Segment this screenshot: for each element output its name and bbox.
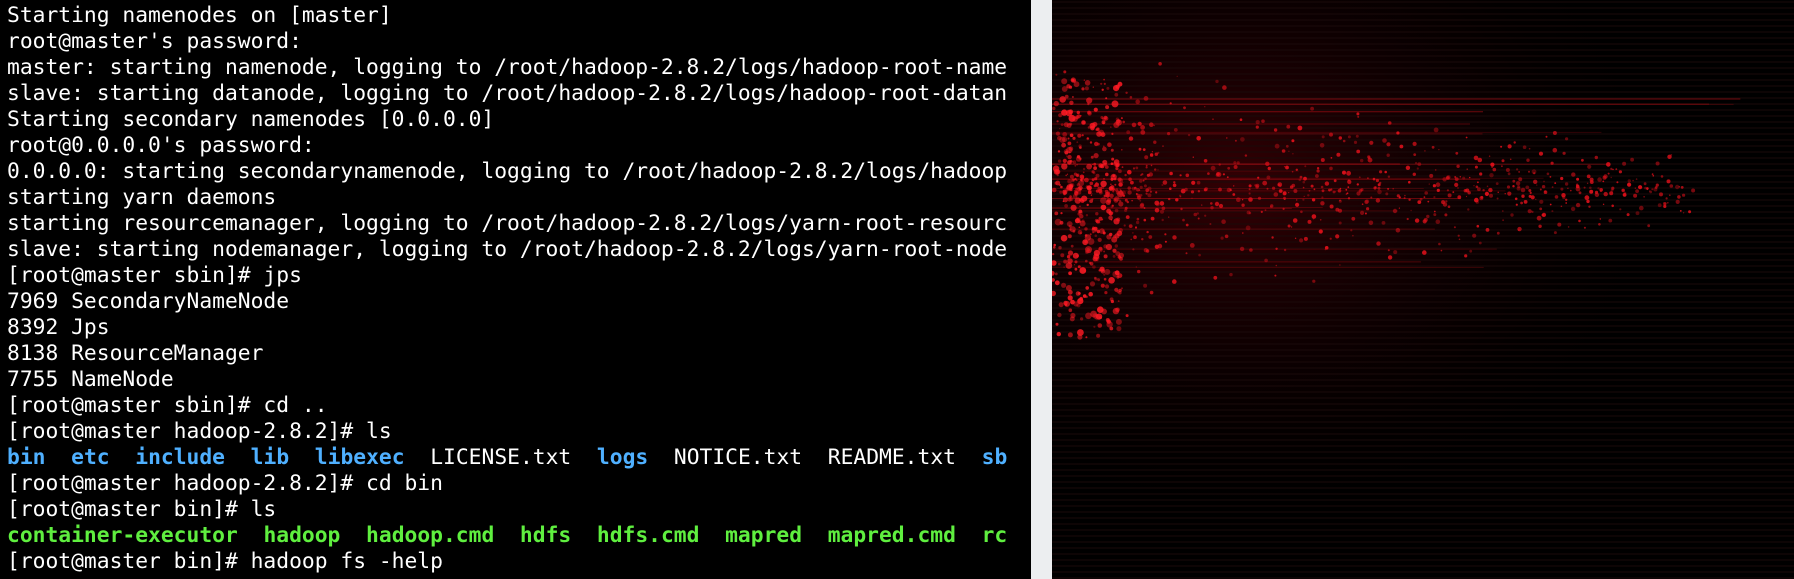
- file-entry: NOTICE.txt: [673, 445, 803, 470]
- terminal-text: Starting namenodes on [master]: [7, 3, 392, 28]
- terminal-line: container-executor hadoop hadoop.cmd hdf…: [7, 523, 1007, 549]
- directory-entry: libexec: [314, 445, 405, 470]
- terminal-text: [root@master hadoop-2.8.2]# cd bin: [7, 471, 443, 496]
- file-entry: README.txt: [827, 445, 956, 470]
- directory-entry: etc: [71, 445, 110, 470]
- desktop-wallpaper: [1052, 0, 1794, 579]
- directory-entry: lib: [250, 445, 290, 470]
- terminal-line: 8392 Jps: [7, 315, 1007, 341]
- terminal-text: 7969 SecondaryNameNode: [7, 289, 290, 314]
- terminal-text: slave: starting datanode, logging to /ro…: [7, 81, 1008, 106]
- executable-entry: hadoop.cmd: [366, 523, 495, 548]
- terminal-line: [root@master hadoop-2.8.2]# cd bin: [7, 471, 1007, 497]
- red-particle-wallpaper-image: [1052, 0, 1794, 579]
- terminal-line: [root@master sbin]# jps: [7, 263, 1007, 289]
- terminal-line: 0.0.0.0: starting secondarynamenode, log…: [7, 159, 1007, 185]
- terminal-text: 8392 Jps: [7, 315, 110, 340]
- executable-entry: hdfs.cmd: [596, 523, 700, 548]
- terminal-line: [root@master bin]# ls: [7, 497, 1007, 523]
- executable-entry: hadoop: [263, 523, 341, 548]
- terminal-line: slave: starting nodemanager, logging to …: [7, 237, 1007, 263]
- terminal-text: starting yarn daemons: [7, 185, 277, 210]
- terminal-line: bin etc include lib libexec LICENSE.txt …: [7, 445, 1007, 471]
- executable-entry: mapred.cmd: [827, 523, 956, 548]
- terminal-text: master: starting namenode, logging to /r…: [7, 55, 1008, 80]
- terminal-text: starting resourcemanager, logging to /ro…: [7, 211, 1008, 236]
- terminal-line: [root@master hadoop-2.8.2]# ls: [7, 419, 1007, 445]
- terminal-text: [root@master hadoop-2.8.2]# ls: [7, 419, 392, 444]
- terminal-line: starting yarn daemons: [7, 185, 1007, 211]
- terminal-text: [root@master sbin]# jps: [7, 263, 302, 288]
- terminal-line: [root@master bin]# hadoop fs -help: [7, 549, 1007, 575]
- terminal-line: 7969 SecondaryNameNode: [7, 289, 1007, 315]
- executable-entry: mapred: [725, 523, 803, 548]
- directory-entry: include: [135, 445, 226, 470]
- terminal-text: Starting secondary namenodes [0.0.0.0]: [7, 107, 495, 132]
- executable-entry: hdfs: [519, 523, 572, 548]
- terminal-text: 8138 ResourceManager: [7, 341, 264, 366]
- directory-entry: sb: [981, 445, 1008, 470]
- terminal-line: Starting namenodes on [master]: [7, 3, 1007, 29]
- executable-entry: container-executor: [7, 523, 238, 548]
- directory-entry: bin: [7, 445, 46, 470]
- terminal-text: [root@master bin]# ls: [7, 497, 277, 522]
- terminal-line: 8138 ResourceManager: [7, 341, 1007, 367]
- terminal-line: Starting secondary namenodes [0.0.0.0]: [7, 107, 1007, 133]
- terminal-text: slave: starting nodemanager, logging to …: [7, 237, 1008, 262]
- file-entry: LICENSE.txt: [430, 445, 572, 470]
- terminal-text: root@master's password:: [7, 29, 302, 54]
- terminal-line: 7755 NameNode: [7, 367, 1007, 393]
- terminal-line: root@0.0.0.0's password:: [7, 133, 1007, 159]
- terminal-line: [root@master sbin]# cd ..: [7, 393, 1007, 419]
- terminal-output: Starting namenodes on [master] root@maste…: [7, 3, 1007, 575]
- terminal-text: 0.0.0.0: starting secondarynamenode, log…: [7, 159, 1008, 184]
- directory-entry: logs: [596, 445, 649, 470]
- terminal-text: 7755 NameNode: [7, 367, 174, 392]
- terminal-line: master: starting namenode, logging to /r…: [7, 55, 1007, 81]
- executable-entry: rc: [981, 523, 1008, 548]
- terminal-text: [root@master bin]# hadoop fs -help: [7, 549, 443, 574]
- terminal-line: root@master's password:: [7, 29, 1007, 55]
- terminal-text: [root@master sbin]# cd ..: [7, 393, 328, 418]
- terminal-line: slave: starting datanode, logging to /ro…: [7, 81, 1007, 107]
- window-divider: [1031, 0, 1052, 579]
- terminal-window[interactable]: Starting namenodes on [master] root@maste…: [0, 0, 1030, 579]
- terminal-text: root@0.0.0.0's password:: [7, 133, 315, 158]
- terminal-line: starting resourcemanager, logging to /ro…: [7, 211, 1007, 237]
- screen: Starting namenodes on [master] root@maste…: [0, 0, 1794, 579]
